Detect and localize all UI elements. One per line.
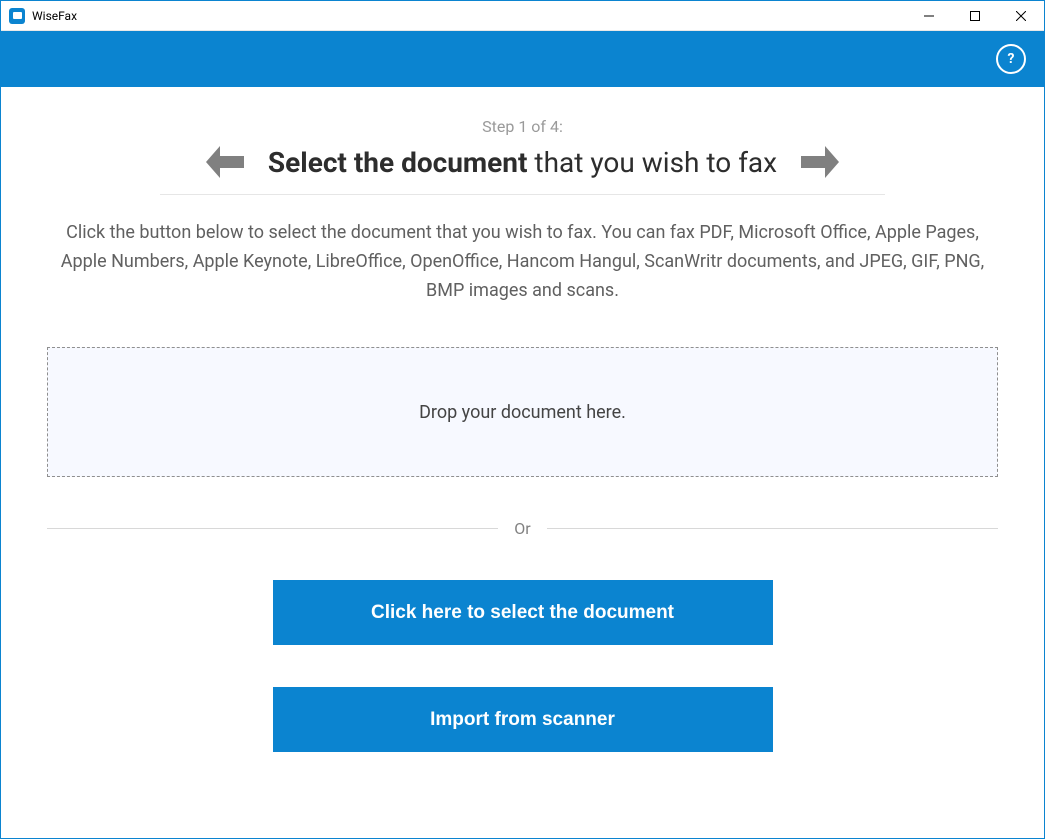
help-button[interactable]: ? [996,44,1026,74]
app-header: ? [1,31,1044,87]
maximize-button[interactable] [952,1,998,30]
close-button[interactable] [998,1,1044,30]
step-label: Step 1 of 4: [482,117,563,136]
dropzone-label: Drop your document here. [419,402,626,423]
dropzone[interactable]: Drop your document here. [47,347,998,477]
app-icon [9,8,25,24]
arrow-right-icon [801,144,841,180]
heading-rest: that you wish to fax [527,146,777,179]
close-icon [1016,11,1026,21]
select-document-label: Click here to select the document [371,602,674,624]
help-icon: ? [1008,51,1015,67]
heading-divider [160,194,885,195]
heading-bold: Select the document [268,146,528,179]
page-heading: Select the document that you wish to fax [268,146,777,179]
maximize-icon [970,11,980,21]
or-line-right [547,528,998,529]
select-document-button[interactable]: Click here to select the document [273,580,773,645]
prev-step-button[interactable] [204,144,244,180]
import-scanner-label: Import from scanner [430,709,615,731]
minimize-button[interactable] [906,1,952,30]
window-title: WiseFax [32,9,77,23]
heading-row: Select the document that you wish to fax [47,144,998,180]
or-line-left [47,528,498,529]
main-content: Step 1 of 4: Select the document that yo… [1,87,1044,838]
next-step-button[interactable] [801,144,841,180]
import-scanner-button[interactable]: Import from scanner [273,687,773,752]
titlebar-controls [906,1,1044,30]
app-window: WiseFax ? Step 1 of 4: [0,0,1045,839]
arrow-left-icon [204,144,244,180]
titlebar-left: WiseFax [9,8,77,24]
description-text: Click the button below to select the doc… [48,219,998,305]
titlebar: WiseFax [1,1,1044,31]
minimize-icon [924,11,934,21]
or-text: Or [514,519,530,538]
or-divider: Or [47,519,998,538]
